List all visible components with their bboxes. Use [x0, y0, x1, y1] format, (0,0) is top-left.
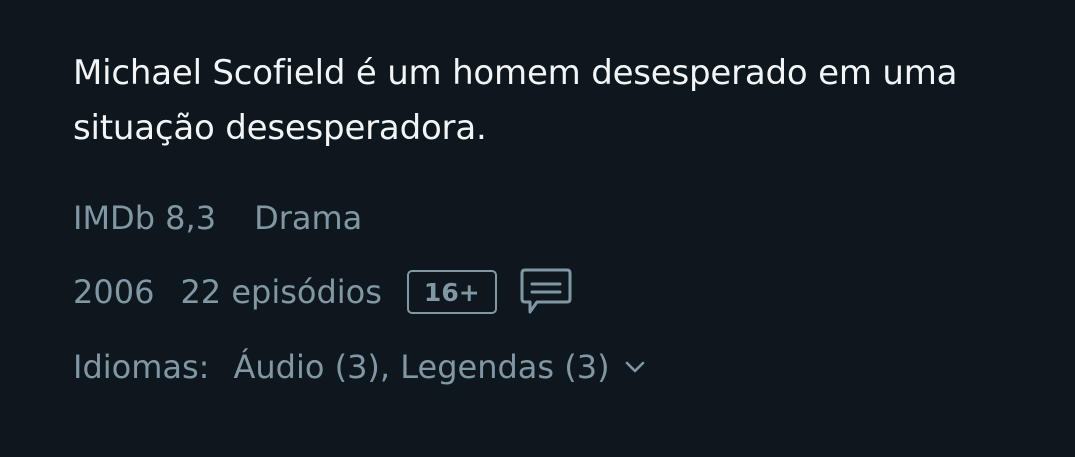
subtitles-icon	[520, 267, 574, 317]
imdb-rating: IMDb 8,3	[73, 199, 217, 237]
languages-label: Idiomas:	[73, 348, 210, 386]
languages-toggle[interactable]: Idiomas: Áudio (3), Legendas (3)	[73, 343, 1035, 391]
detail-info: Michael Scofield é um homem desesperado …	[73, 46, 1035, 391]
synopsis-line-1: Michael Scofield é um homem desesperado …	[73, 53, 958, 93]
languages-value: Áudio (3), Legendas (3)	[233, 348, 610, 386]
release-year: 2006	[73, 273, 155, 311]
ratings-row: IMDb 8,3 Drama	[73, 194, 1035, 242]
genre-label: Drama	[254, 199, 363, 237]
age-rating-badge: 16+	[406, 270, 497, 314]
chevron-down-icon[interactable]	[624, 356, 646, 378]
episode-count: 22 episódios	[180, 273, 382, 311]
synopsis-line-2: situação desesperadora.	[73, 108, 487, 148]
synopsis: Michael Scofield é um homem desesperado …	[73, 46, 1035, 156]
release-row: 2006 22 episódios 16+	[73, 268, 1035, 316]
